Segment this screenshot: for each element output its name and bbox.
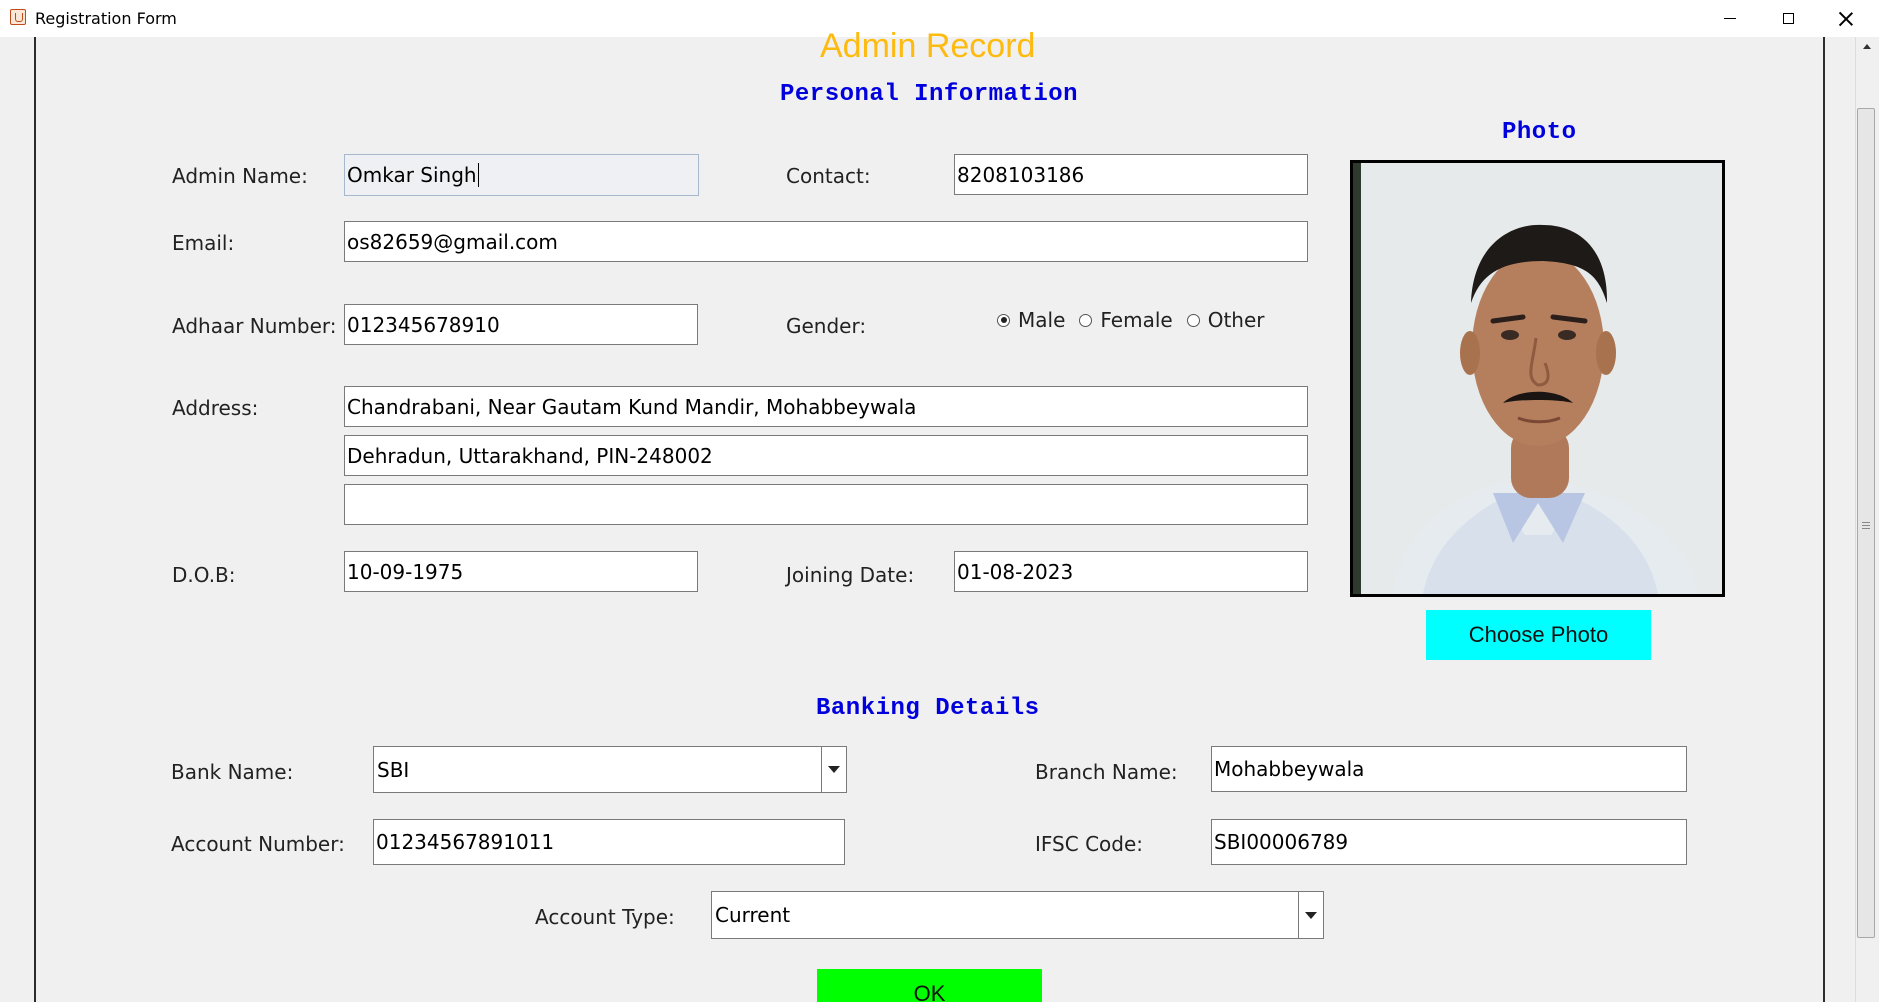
photo-heading: Photo <box>1502 119 1577 146</box>
text-caret <box>477 163 479 187</box>
dob-label: D.O.B: <box>172 563 236 587</box>
ifsc-code-label: IFSC Code: <box>1035 832 1144 856</box>
adhaar-label: Adhaar Number: <box>172 314 337 338</box>
admin-name-value: Omkar Singh <box>347 163 477 187</box>
email-label: Email: <box>172 231 235 255</box>
page-title: Admin Record <box>820 27 1036 65</box>
scrollbar-grip-icon <box>1862 521 1870 529</box>
banking-details-heading: Banking Details <box>816 695 1040 722</box>
adhaar-input[interactable]: 012345678910 <box>344 304 698 345</box>
admin-name-label: Admin Name: <box>172 164 308 188</box>
radio-checked-icon <box>997 313 1010 327</box>
contact-label: Contact: <box>786 164 871 188</box>
account-type-dropdown[interactable]: Current <box>711 891 1324 939</box>
maximize-button[interactable] <box>1759 0 1817 37</box>
gender-radio-group: Male Female Other <box>997 308 1279 332</box>
minimize-button[interactable] <box>1701 0 1759 37</box>
scroll-up-arrow-icon[interactable] <box>1859 38 1875 54</box>
account-number-input[interactable]: 01234567891011 <box>373 819 845 865</box>
chevron-down-icon[interactable] <box>821 747 846 792</box>
person-portrait-image <box>1353 163 1722 594</box>
gender-option-label: Male <box>1018 308 1066 332</box>
radio-unchecked-icon <box>1079 313 1093 327</box>
ifsc-code-input[interactable]: SBI00006789 <box>1211 819 1687 865</box>
java-app-icon <box>10 9 26 25</box>
joining-date-input[interactable]: 01-08-2023 <box>954 551 1308 592</box>
admin-photo <box>1350 160 1725 597</box>
admin-name-input[interactable]: Omkar Singh <box>344 154 699 196</box>
gender-option-female[interactable]: Female <box>1079 308 1173 332</box>
dob-input[interactable]: 10-09-1975 <box>344 551 698 592</box>
window-title: Registration Form <box>35 9 177 28</box>
gender-label: Gender: <box>786 314 867 338</box>
panel-border-left <box>34 37 36 1002</box>
address-line2-input[interactable]: Dehradun, Uttarakhand, PIN-248002 <box>344 435 1308 476</box>
radio-unchecked-icon <box>1186 313 1200 327</box>
address-line1-input[interactable]: Chandrabani, Near Gautam Kund Mandir, Mo… <box>344 386 1308 427</box>
gender-option-label: Female <box>1100 308 1173 332</box>
ok-button[interactable]: OK <box>817 969 1042 1002</box>
email-input[interactable]: os82659@gmail.com <box>344 221 1308 262</box>
account-type-label: Account Type: <box>535 905 675 929</box>
gender-option-label: Other <box>1207 308 1265 332</box>
choose-photo-button[interactable]: Choose Photo <box>1426 610 1651 660</box>
gender-option-other[interactable]: Other <box>1186 308 1265 332</box>
close-icon <box>1839 12 1853 26</box>
account-type-selected: Current <box>715 903 791 927</box>
branch-name-input[interactable]: Mohabbeywala <box>1211 746 1687 792</box>
bank-name-label: Bank Name: <box>171 760 294 784</box>
bank-name-selected: SBI <box>377 757 410 782</box>
address-line3-input[interactable] <box>344 484 1308 525</box>
contact-input[interactable]: 8208103186 <box>954 154 1308 195</box>
joining-date-label: Joining Date: <box>786 563 915 587</box>
gender-option-male[interactable]: Male <box>997 308 1065 332</box>
close-button[interactable] <box>1817 0 1875 37</box>
branch-name-label: Branch Name: <box>1035 760 1178 784</box>
minimize-icon <box>1724 18 1736 19</box>
maximize-icon <box>1782 13 1794 24</box>
personal-info-heading: Personal Information <box>780 81 1079 108</box>
chevron-down-icon[interactable] <box>1298 892 1323 938</box>
account-number-label: Account Number: <box>171 832 345 856</box>
panel-border-right <box>1823 37 1825 1002</box>
address-label: Address: <box>172 396 259 420</box>
bank-name-dropdown[interactable]: SBI <box>373 746 847 793</box>
